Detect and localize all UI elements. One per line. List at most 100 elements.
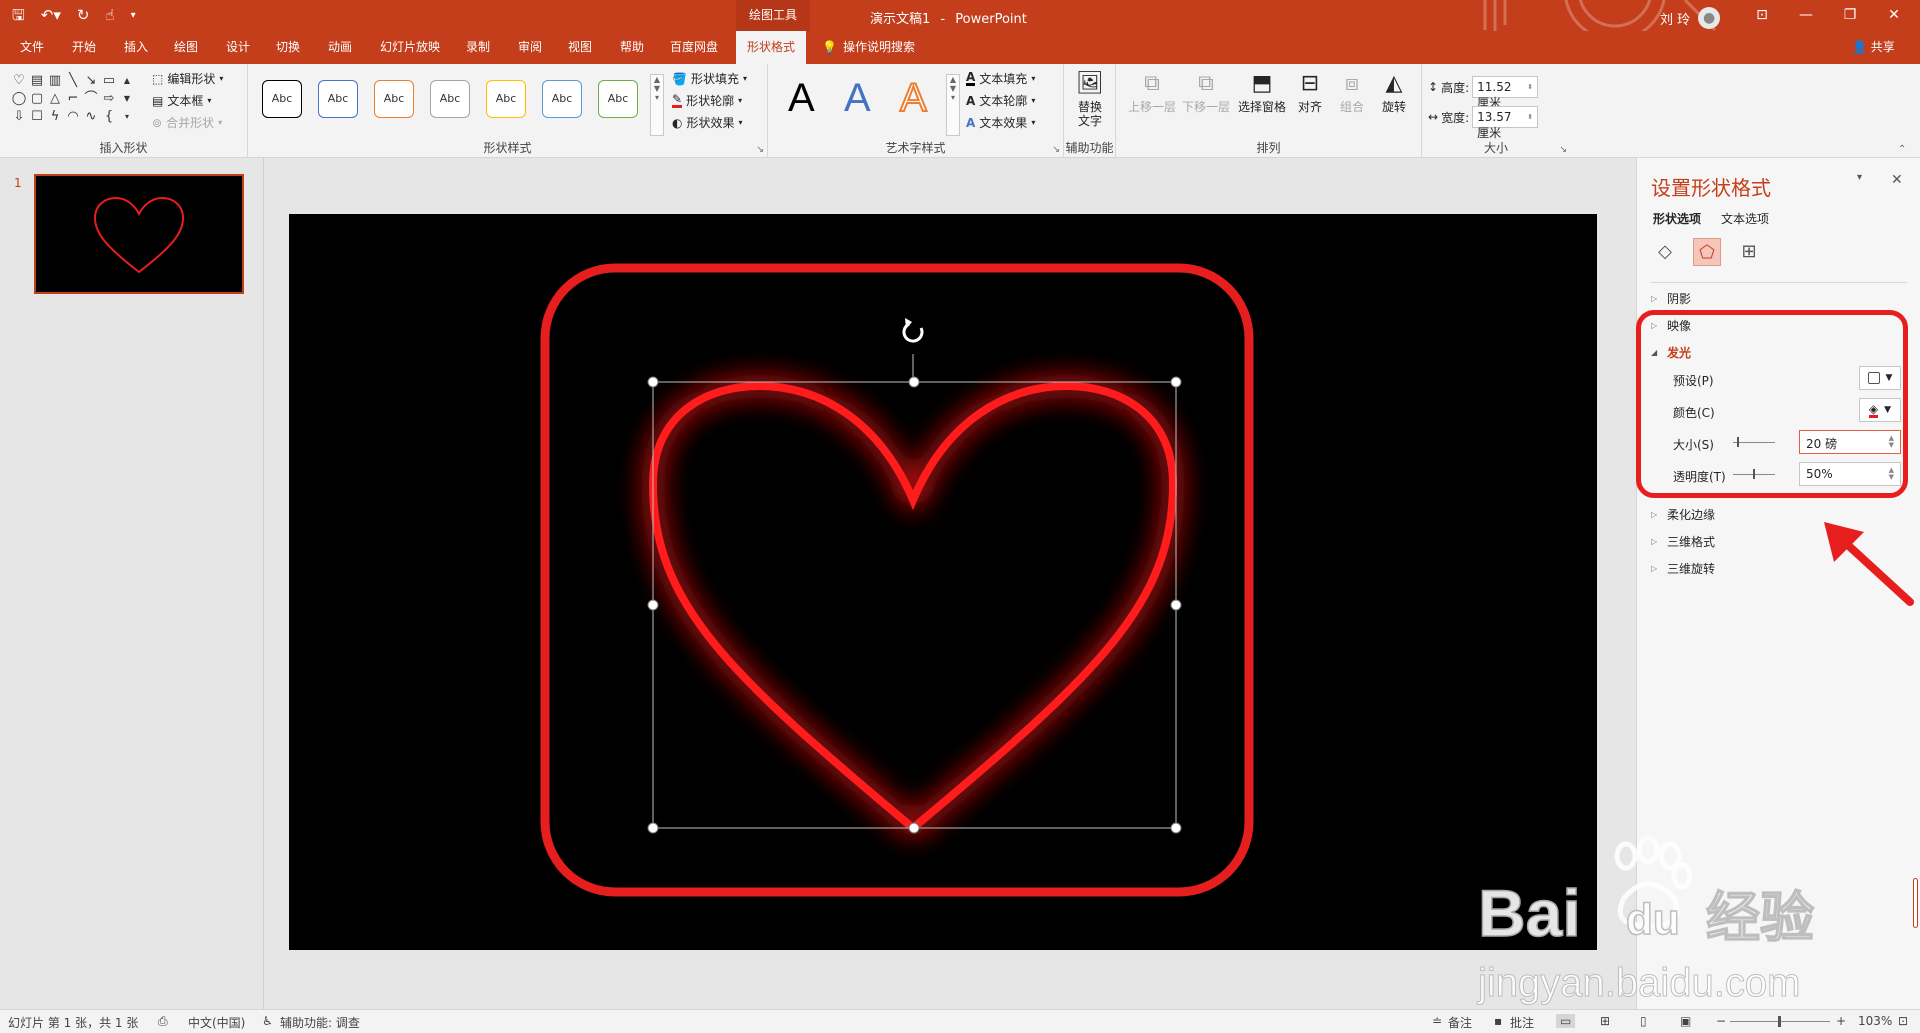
slide-canvas[interactable] [289,214,1597,950]
spinner-icon[interactable]: ⬍ [1527,109,1533,125]
tab-record[interactable]: 录制 [460,31,496,64]
wordart-blue-sample[interactable]: A [844,76,871,121]
heart-shape-icon[interactable]: ♡ [10,72,28,90]
elbow-connector-icon[interactable]: ⌐ [64,90,82,108]
arc-shape-icon[interactable]: ◠ [64,108,82,126]
pane-scrollbar[interactable] [1913,878,1918,928]
text-box-button[interactable]: ▤ 文本框 ▾ [152,92,211,109]
slideshow-icon[interactable]: ▣ [1680,1014,1691,1028]
fit-slide-icon[interactable]: ⊡ [1898,1014,1908,1028]
slide-thumbnail[interactable] [34,174,244,294]
tab-review[interactable]: 审阅 [512,31,548,64]
width-input[interactable]: 13.57 厘米 ⬍ [1472,106,1539,140]
line-shape-icon[interactable]: ╲ [64,72,82,90]
style-gallery-scroll[interactable]: ▲ ▼ ▾ [650,74,664,136]
tab-shape-options[interactable]: 形状选项 [1653,210,1701,227]
accessibility-status[interactable]: 辅助功能: 调查 [280,1014,360,1031]
notes-button[interactable]: 备注 [1448,1014,1472,1031]
tab-animations[interactable]: 动画 [322,31,358,64]
vtextbox-shape-icon[interactable]: ▥ [46,72,64,90]
undo-icon[interactable]: ↶▾ [39,0,63,31]
style-swatch-gray[interactable]: Abc [430,80,470,118]
tab-design[interactable]: 设计 [220,31,256,64]
fill-line-icon[interactable]: ◇ [1651,238,1679,266]
tab-insert[interactable]: 插入 [118,31,154,64]
touch-mode-icon[interactable]: ☝ [103,0,116,31]
effects-pentagon-icon[interactable]: ⬠ [1693,238,1721,266]
right-arrow-shape-icon[interactable]: ⇨ [100,90,118,108]
user-account[interactable]: 刘 玲 ● [1660,7,1721,29]
dialog-launcher-icon[interactable]: ↘ [756,145,764,155]
arrow-line-shape-icon[interactable]: ↘ [82,72,100,90]
section-3d-rotation[interactable]: ▷ 三维旋转 [1651,560,1715,577]
zoom-out-icon[interactable]: − [1716,1014,1726,1028]
height-input[interactable]: 11.52 厘米 ⬍ [1472,76,1539,110]
wordart-orange-outline-sample[interactable]: A [899,75,928,121]
tab-file[interactable]: 文件 [14,31,50,64]
wordart-black-sample[interactable]: A [788,76,815,121]
dialog-launcher-icon[interactable]: ↘ [1559,145,1567,155]
spellcheck-icon[interactable]: ⎙ [158,1014,168,1029]
lightning-shape-icon[interactable]: ϟ [46,108,64,126]
curve-shape-icon[interactable]: ∿ [82,108,100,126]
spinner-icon[interactable]: ⬍ [1527,79,1533,95]
resize-handle-br[interactable] [1170,822,1182,834]
close-icon[interactable]: ✕ [1872,0,1916,31]
triangle-shape-icon[interactable]: △ [46,90,64,108]
share-button[interactable]: 👤 共享 [1852,31,1895,64]
text-outline-button[interactable]: A 文本轮廓 ▾ [966,92,1035,109]
tab-slideshow[interactable]: 幻灯片放映 [374,31,446,64]
redo-icon[interactable]: ↻ [75,0,92,31]
section-3d-format[interactable]: ▷ 三维格式 [1651,533,1715,550]
resize-handle-bl[interactable] [647,822,659,834]
gallery-down-icon[interactable]: ▼ [118,90,136,108]
zoom-slider-thumb[interactable] [1778,1016,1781,1027]
style-swatch-black[interactable]: Abc [262,80,302,118]
selection-pane-button[interactable]: ⬒ 选择窗格 [1234,70,1290,114]
zoom-level[interactable]: 103% [1858,1014,1892,1028]
shape-fill-button[interactable]: 🪣 形状填充 ▾ [672,70,747,87]
textbox-shape-icon[interactable]: ▤ [28,72,46,90]
down-arrow-shape-icon[interactable]: ⇩ [10,108,28,126]
merge-shapes-button[interactable]: ⊚ 合并形状 ▾ [152,114,222,131]
notes-icon[interactable]: ≐ [1432,1014,1442,1028]
text-effects-button[interactable]: A 文本效果 ▾ [966,114,1035,131]
tab-help[interactable]: 帮助 [614,31,650,64]
pane-close-icon[interactable]: ✕ [1891,172,1903,188]
shapes-gallery[interactable]: ♡ ▤ ▥ ╲ ↘ ▭ ▲ ◯ ▢ △ ⌐ ⌒ ⇨ ▼ ⇩ ☐ ϟ ◠ ∿{▾ [10,72,142,130]
normal-view-icon[interactable]: ▭ [1556,1014,1576,1028]
rotation-handle[interactable] [902,318,924,343]
tab-home[interactable]: 开始 [66,31,102,64]
resize-handle-ml[interactable] [647,599,659,611]
dialog-launcher-icon[interactable]: ↘ [1052,145,1060,155]
restore-icon[interactable]: ❐ [1828,0,1872,31]
tab-transitions[interactable]: 切换 [270,31,306,64]
language-indicator[interactable]: 中文(中国) [188,1014,245,1031]
minimize-icon[interactable]: — [1784,0,1828,31]
curve-connector-icon[interactable]: ⌒ [82,90,100,108]
gallery-up-icon[interactable]: ▲ [118,72,136,90]
shape-effects-button[interactable]: ◐ 形状效果 ▾ [672,114,743,131]
style-swatch-orange[interactable]: Abc [374,80,414,118]
shape-outline-button[interactable]: ✎ 形状轮廓 ▾ [672,92,742,109]
section-soft-edges[interactable]: ▷ 柔化边缘 [1651,506,1715,523]
style-swatch-blue[interactable]: Abc [318,80,358,118]
comments-icon[interactable]: ▪ [1494,1014,1502,1028]
oval-shape-icon[interactable]: ◯ [10,90,28,108]
send-backward-button[interactable]: ⧉ 下移一层 [1180,70,1232,114]
size-properties-icon[interactable]: ⊞ [1735,238,1763,266]
glowing-heart-shape[interactable] [648,381,1178,834]
text-fill-button[interactable]: A 文本填充 ▾ [966,70,1035,87]
tab-view[interactable]: 视图 [562,31,598,64]
edit-shape-button[interactable]: ⬚ 编辑形状 ▾ [152,70,223,87]
freeform-shape-icon[interactable]: ☐ [28,108,46,126]
tell-me-search[interactable]: 💡 操作说明搜索 [822,31,915,64]
tab-text-options[interactable]: 文本选项 [1721,210,1769,227]
rounded-rect-shape-icon[interactable]: ▢ [28,90,46,108]
save-icon[interactable]: 🖫 [10,0,27,31]
wordart-gallery-scroll[interactable]: ▲ ▼ ▾ [946,74,960,136]
tab-shape-format[interactable]: 形状格式 [736,31,807,64]
tab-baidu-netdisk[interactable]: 百度网盘 [664,31,724,64]
resize-handle-bm[interactable] [908,822,920,834]
bring-forward-button[interactable]: ⧉ 上移一层 [1126,70,1178,114]
